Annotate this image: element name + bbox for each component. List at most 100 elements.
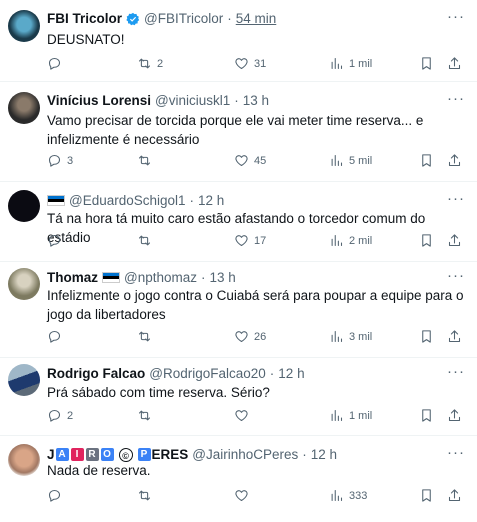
views-button[interactable]: 333 bbox=[329, 488, 367, 503]
share-icon bbox=[448, 57, 461, 70]
like-button[interactable]: 45 bbox=[234, 153, 266, 168]
bookmark-icon bbox=[422, 409, 431, 422]
like-button[interactable]: 31 bbox=[234, 56, 266, 71]
author-name[interactable]: Rodrigo Falcao bbox=[47, 366, 145, 381]
action-bar: 17 2 mil bbox=[47, 233, 467, 251]
share-icon bbox=[448, 489, 461, 502]
like-button[interactable]: 17 bbox=[234, 233, 266, 248]
views-icon bbox=[331, 154, 343, 167]
more-icon[interactable]: ··· bbox=[447, 90, 465, 107]
tweet[interactable]: J A I R O © P ERES @JairinhoCPeres · 12 … bbox=[0, 436, 477, 522]
more-icon[interactable]: ··· bbox=[447, 444, 465, 461]
retweet-icon bbox=[138, 490, 151, 501]
share-button[interactable] bbox=[447, 488, 462, 503]
retweet-button[interactable] bbox=[137, 233, 157, 248]
timestamp[interactable]: 12 h bbox=[311, 447, 337, 462]
reply-icon bbox=[48, 154, 61, 167]
reply-button[interactable] bbox=[47, 329, 67, 344]
timestamp[interactable]: 12 h bbox=[198, 193, 224, 208]
timestamp[interactable]: 54 min bbox=[236, 11, 277, 26]
timestamp[interactable]: 12 h bbox=[278, 366, 304, 381]
avatar[interactable] bbox=[8, 190, 40, 222]
author-name[interactable]: Thomaz bbox=[47, 270, 98, 285]
like-button[interactable]: 26 bbox=[234, 329, 266, 344]
bookmark-button[interactable] bbox=[419, 488, 434, 503]
timestamp[interactable]: 13 h bbox=[243, 93, 269, 108]
separator: · bbox=[269, 366, 275, 381]
action-bar: 26 3 mil bbox=[47, 329, 467, 347]
share-button[interactable] bbox=[447, 329, 462, 344]
timestamp[interactable]: 13 h bbox=[210, 270, 236, 285]
share-icon bbox=[448, 154, 461, 167]
bookmark-icon bbox=[422, 489, 431, 502]
views-button[interactable]: 1 mil bbox=[329, 56, 372, 71]
more-icon[interactable]: ··· bbox=[447, 267, 465, 284]
share-button[interactable] bbox=[447, 408, 462, 423]
separator: · bbox=[302, 447, 307, 462]
bookmark-button[interactable] bbox=[419, 233, 434, 248]
more-icon[interactable]: ··· bbox=[447, 363, 465, 380]
author-name[interactable]: J A I R O © P ERES bbox=[47, 447, 188, 462]
bookmark-button[interactable] bbox=[419, 408, 434, 423]
reply-button[interactable]: 2 bbox=[47, 408, 73, 423]
reply-button[interactable]: 3 bbox=[47, 153, 73, 168]
author-handle[interactable]: @RodrigoFalcao20 bbox=[149, 366, 266, 381]
like-button[interactable] bbox=[234, 488, 254, 503]
share-button[interactable] bbox=[447, 153, 462, 168]
bookmark-button[interactable] bbox=[419, 329, 434, 344]
bookmark-icon bbox=[422, 154, 431, 167]
bookmark-button[interactable] bbox=[419, 56, 434, 71]
retweet-button[interactable] bbox=[137, 153, 157, 168]
views-button[interactable]: 3 mil bbox=[329, 329, 372, 344]
avatar[interactable] bbox=[8, 364, 40, 396]
author-handle[interactable]: @JairinhoCPeres bbox=[192, 447, 298, 462]
tweet[interactable]: Vinícius Lorensi @viniciuskl1 · 13 h ···… bbox=[0, 82, 477, 182]
more-icon[interactable]: ··· bbox=[447, 190, 465, 207]
bookmark-button[interactable] bbox=[419, 153, 434, 168]
author-handle[interactable]: @npthomaz bbox=[124, 270, 197, 285]
reply-icon bbox=[48, 489, 61, 502]
like-icon bbox=[235, 58, 248, 70]
tweet[interactable]: Rodrigo Falcao @RodrigoFalcao20 · 12 h ·… bbox=[0, 358, 477, 436]
retweet-icon bbox=[138, 155, 151, 166]
bookmark-icon bbox=[422, 57, 431, 70]
avatar[interactable] bbox=[8, 10, 40, 42]
reply-icon bbox=[48, 57, 61, 70]
share-button[interactable] bbox=[447, 233, 462, 248]
verified-icon bbox=[126, 12, 140, 25]
share-button[interactable] bbox=[447, 56, 462, 71]
views-button[interactable]: 2 mil bbox=[329, 233, 372, 248]
author-name[interactable]: Vinícius Lorensi bbox=[47, 93, 151, 108]
retweet-button[interactable] bbox=[137, 408, 157, 423]
tweet[interactable]: Thomaz @npthomaz · 13 h ··· Infelizmente… bbox=[0, 262, 477, 358]
retweet-button[interactable] bbox=[137, 488, 157, 503]
author-handle[interactable]: @FBITricolor bbox=[144, 11, 223, 26]
author-handle[interactable]: @EduardoSchigol1 bbox=[69, 193, 186, 208]
retweet-icon bbox=[138, 331, 151, 342]
views-icon bbox=[331, 489, 343, 502]
like-icon bbox=[235, 490, 248, 502]
avatar[interactable] bbox=[8, 92, 40, 124]
like-button[interactable] bbox=[234, 408, 254, 423]
tweet[interactable]: FBI Tricolor @FBITricolor · 54 min ··· D… bbox=[0, 0, 477, 82]
author-name[interactable]: FBI Tricolor bbox=[47, 11, 122, 26]
tweet-text: Nada de reserva. bbox=[47, 463, 151, 478]
reply-button[interactable] bbox=[47, 56, 67, 71]
avatar[interactable] bbox=[8, 268, 40, 300]
reply-icon bbox=[48, 234, 61, 247]
reply-button[interactable] bbox=[47, 488, 67, 503]
retweet-button[interactable]: 2 bbox=[137, 56, 163, 71]
avatar[interactable] bbox=[8, 444, 40, 476]
action-bar: 2 31 1 mil bbox=[47, 56, 467, 74]
reply-button[interactable] bbox=[47, 233, 67, 248]
flag-icon bbox=[102, 272, 121, 283]
share-icon bbox=[448, 330, 461, 343]
more-icon[interactable]: ··· bbox=[447, 8, 465, 25]
views-icon bbox=[331, 330, 343, 343]
tweet[interactable]: @EduardoSchigol1 · 12 h ··· Tá na hora t… bbox=[0, 182, 477, 262]
views-button[interactable]: 5 mil bbox=[329, 153, 372, 168]
views-button[interactable]: 1 mil bbox=[329, 408, 372, 423]
tweet-text: Prá sábado com time reserva. Sério? bbox=[47, 385, 270, 400]
author-handle[interactable]: @viniciuskl1 bbox=[155, 93, 230, 108]
retweet-button[interactable] bbox=[137, 329, 157, 344]
